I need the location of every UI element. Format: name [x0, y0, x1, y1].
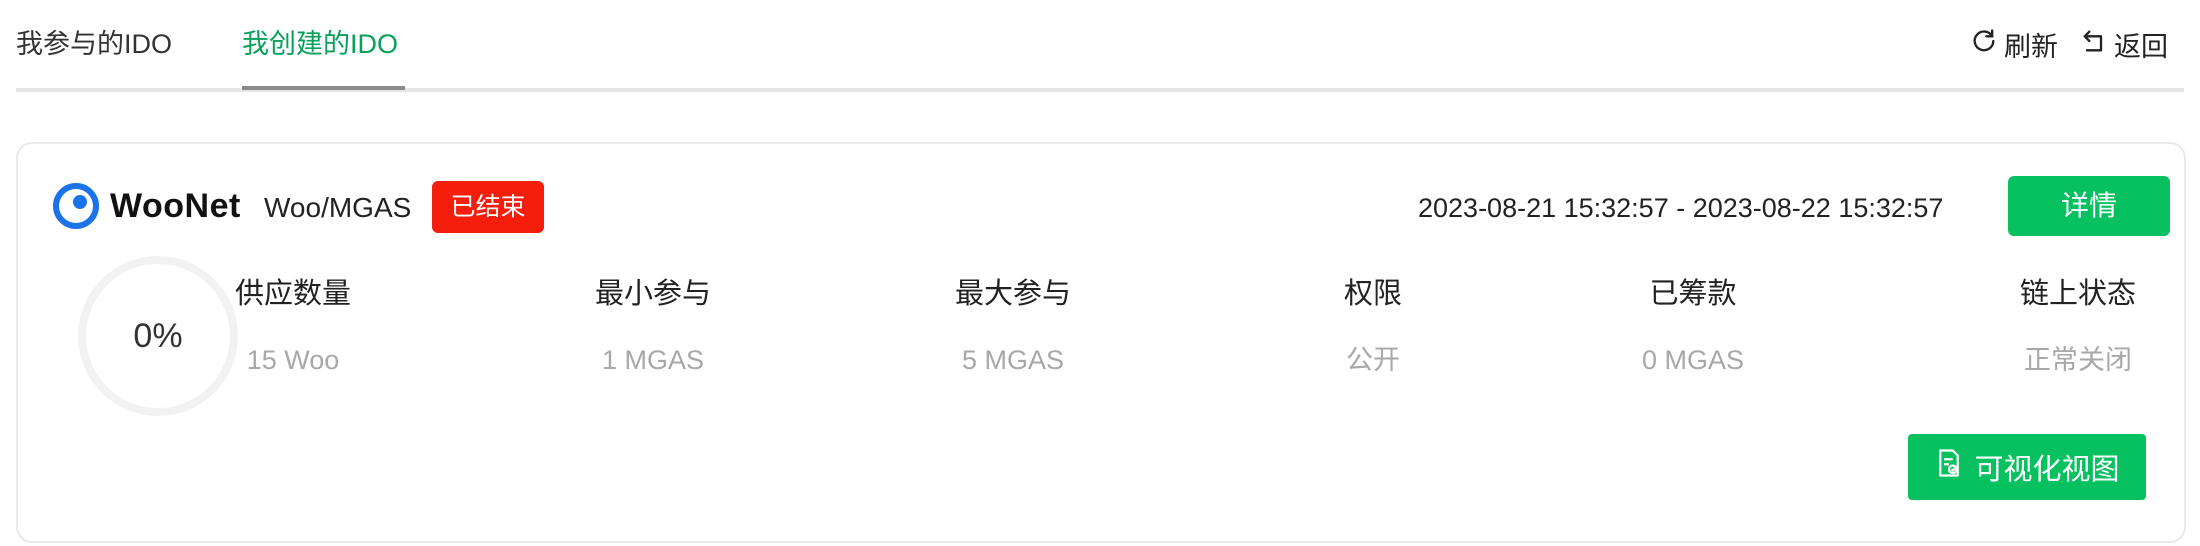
details-button[interactable]: 详情 [2008, 176, 2170, 236]
stat-value: 15 Woo [246, 345, 340, 375]
stat-label: 已筹款 [1649, 278, 1737, 310]
stat-label: 链上状态 [2019, 278, 2136, 310]
page: 我参与的IDO 我创建的IDO 刷新 返回 WooNet Woo/MGAS 已结… [0, 0, 2200, 546]
visualize-label: 可视化视图 [1974, 454, 2120, 486]
stat-chain-status: 链上状态 正常关闭 [2008, 274, 2148, 380]
back-icon [2080, 27, 2108, 62]
refresh-icon [1970, 27, 1998, 62]
woonet-logo-icon [53, 183, 99, 229]
stat-supply: 供应数量 15 Woo [228, 274, 358, 380]
stat-label: 最大参与 [954, 278, 1071, 310]
stat-raised: 已筹款 0 MGAS [1618, 274, 1768, 380]
stat-max-participation: 最大参与 5 MGAS [948, 274, 1078, 380]
stat-label: 权限 [1343, 278, 1402, 310]
active-tab-indicator [242, 86, 405, 90]
stat-min-participation: 最小参与 1 MGAS [588, 274, 718, 380]
refresh-button[interactable]: 刷新 [1970, 25, 2058, 64]
tabs-bar: 我参与的IDO 我创建的IDO 刷新 返回 [16, 0, 2184, 92]
ido-card: WooNet Woo/MGAS 已结束 2023-08-21 15:32:57 … [16, 142, 2186, 543]
stat-value: 0 MGAS [1641, 345, 1745, 375]
stat-value: 5 MGAS [961, 345, 1065, 375]
tab-created[interactable]: 我创建的IDO [242, 24, 398, 88]
header-actions: 刷新 返回 [1970, 24, 2168, 64]
refresh-label: 刷新 [2004, 31, 2058, 62]
progress-percent: 0% [133, 316, 183, 355]
logo-text: WooNet [110, 186, 241, 225]
visualize-button[interactable]: 可视化视图 [1908, 434, 2146, 500]
token-pair: Woo/MGAS [264, 192, 412, 223]
status-badge: 已结束 [432, 181, 544, 233]
stat-value: 公开 [1346, 345, 1400, 375]
back-label: 返回 [2114, 31, 2168, 62]
tab-participated[interactable]: 我参与的IDO [16, 24, 172, 88]
stat-value: 正常关闭 [2024, 345, 2132, 375]
stat-label: 最小参与 [594, 278, 711, 310]
stat-value: 1 MGAS [601, 345, 705, 375]
back-button[interactable]: 返回 [2080, 25, 2168, 64]
project-logo: WooNet [52, 182, 241, 230]
time-range: 2023-08-21 15:32:57 - 2023-08-22 15:32:5… [1418, 193, 1944, 223]
document-icon [1934, 448, 1964, 486]
stat-permission: 权限 公开 [1308, 274, 1438, 380]
stat-label: 供应数量 [234, 278, 351, 310]
